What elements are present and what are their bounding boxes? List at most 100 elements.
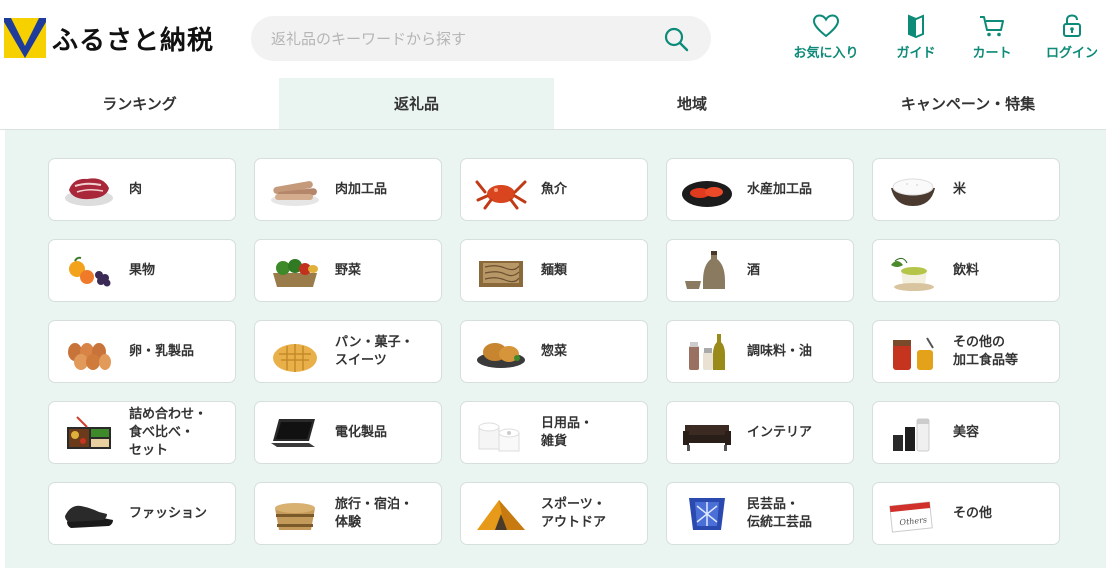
category-panel: 肉 肉加工品 魚介 水産加工品 米果物 野菜 麺類 酒 飲料卵・乳製品 パン・菓子・ スイーツ 惣菜… [5, 130, 1106, 568]
category-card[interactable]: 詰め合わせ・ 食べ比べ・ セット [48, 401, 236, 464]
category-label: ファッション [129, 505, 208, 521]
category-card[interactable]: 肉加工品 [254, 158, 442, 221]
category-card[interactable]: 卵・乳製品 [48, 320, 236, 383]
fruit-icon [69, 256, 111, 287]
category-card[interactable]: 調味料・油 [666, 320, 854, 383]
category-label: その他 [953, 505, 993, 521]
favorites-link[interactable]: お気に入り [790, 14, 862, 61]
category-card[interactable]: 美容 [872, 401, 1060, 464]
rice-bowl-icon [891, 178, 935, 206]
guide-link[interactable]: ガイド [880, 14, 952, 61]
others-card-icon: Others [889, 501, 933, 533]
crab-icon [475, 180, 527, 210]
green-tea-icon [891, 257, 934, 291]
melon-bread-icon [273, 344, 317, 372]
category-card[interactable]: 電化製品 [254, 401, 442, 464]
category-card[interactable]: 旅行・宿泊・ 体験 [254, 482, 442, 545]
leather-shoes-icon [65, 505, 113, 528]
search-input[interactable] [271, 29, 641, 48]
laptop-icon [271, 419, 315, 447]
category-card[interactable]: 魚介 [460, 158, 648, 221]
login-lock-icon [1063, 14, 1081, 37]
category-label: スポーツ・ アウトドア [541, 496, 607, 530]
category-label: 詰め合わせ・ 食べ比べ・ セット [129, 406, 208, 458]
category-label: 調味料・油 [747, 343, 813, 359]
category-label: 野菜 [335, 262, 362, 278]
category-card[interactable]: 民芸品・ 伝統工芸品 [666, 482, 854, 545]
sausage-icon [271, 181, 319, 206]
category-label: 米 [953, 181, 967, 197]
category-card[interactable]: 飲料 [872, 239, 1060, 302]
vegetable-basket-icon [273, 259, 318, 287]
category-label: 果物 [129, 262, 156, 278]
cart-link[interactable]: カート [956, 14, 1028, 61]
search-bar [251, 16, 711, 61]
category-card[interactable]: その他の 加工食品等 [872, 320, 1060, 383]
bento-box-icon [67, 416, 111, 449]
category-card[interactable]: パン・菓子・ スイーツ [254, 320, 442, 383]
soba-icon [479, 261, 523, 287]
logo-text: ふるさと納税 [52, 25, 215, 56]
category-card[interactable]: 酒 [666, 239, 854, 302]
category-label: 卵・乳製品 [129, 343, 195, 359]
category-card[interactable]: 肉 [48, 158, 236, 221]
category-card[interactable]: 惣菜 [460, 320, 648, 383]
category-label: 惣菜 [541, 343, 568, 359]
category-card[interactable]: インテリア [666, 401, 854, 464]
tent-icon [477, 500, 525, 530]
eggs-icon [68, 343, 111, 370]
category-label: 民芸品・ 伝統工芸品 [747, 496, 813, 530]
category-card[interactable]: スポーツ・ アウトドア [460, 482, 648, 545]
category-label: インテリア [747, 424, 813, 440]
category-card[interactable]: 果物 [48, 239, 236, 302]
favorites-label: お気に入り [793, 46, 859, 61]
category-label: パン・菓子・ スイーツ [335, 334, 414, 368]
category-card[interactable]: 麺類 [460, 239, 648, 302]
guide-label: ガイド [896, 46, 936, 61]
category-label: 肉加工品 [335, 181, 388, 197]
tab-gifts[interactable]: 返礼品 [279, 78, 554, 129]
category-label: 麺類 [541, 262, 568, 278]
search-icon[interactable] [663, 26, 689, 52]
site-header: ふるさと納税 お気に入り ガイド カート [0, 0, 1106, 78]
category-label: 水産加工品 [747, 181, 813, 197]
sofa-icon [683, 425, 731, 451]
category-card[interactable]: 米 [872, 158, 1060, 221]
category-card[interactable]: 野菜 [254, 239, 442, 302]
category-label: 日用品・ 雑貨 [541, 415, 594, 449]
cart-icon [980, 16, 1004, 37]
tab-ranking[interactable]: ランキング [0, 78, 279, 129]
tab-campaign[interactable]: キャンペーン・特集 [830, 78, 1106, 129]
login-label: ログイン [1045, 46, 1098, 61]
toilet-paper-icon [478, 422, 520, 452]
cod-roe-icon [682, 181, 732, 207]
category-card[interactable]: 日用品・ 雑貨 [460, 401, 648, 464]
category-card[interactable]: Others その他 [872, 482, 1060, 545]
kiriko-glass-icon [689, 498, 725, 530]
category-label: 電化製品 [335, 424, 388, 440]
croquette-icon [477, 343, 525, 368]
category-label: その他の 加工食品等 [953, 334, 1019, 368]
site-logo[interactable]: ふるさと納税 [4, 18, 214, 58]
tab-region[interactable]: 地域 [554, 78, 830, 129]
category-label: 美容 [953, 424, 980, 440]
category-label: 飲料 [953, 262, 980, 278]
sake-bottle-icon [685, 251, 725, 289]
category-label: 肉 [129, 181, 143, 197]
heart-icon [812, 14, 840, 38]
wooden-tub-icon [275, 503, 315, 530]
seasoning-bottles-icon [689, 334, 725, 370]
guide-book-icon [908, 14, 924, 38]
category-card[interactable]: 水産加工品 [666, 158, 854, 221]
category-card[interactable]: ファッション [48, 482, 236, 545]
logo-v-icon [4, 18, 46, 58]
category-label: 酒 [747, 262, 761, 278]
cart-label: カート [972, 46, 1012, 61]
main-nav-tabs: ランキング 返礼品 地域 キャンペーン・特集 [0, 78, 1106, 130]
meat-icon [65, 178, 113, 206]
login-link[interactable]: ログイン [1036, 14, 1106, 61]
honey-jar-icon [893, 337, 934, 370]
category-label: 旅行・宿泊・ 体験 [335, 496, 414, 530]
cosmetics-icon [893, 418, 930, 452]
category-label: 魚介 [541, 181, 568, 197]
